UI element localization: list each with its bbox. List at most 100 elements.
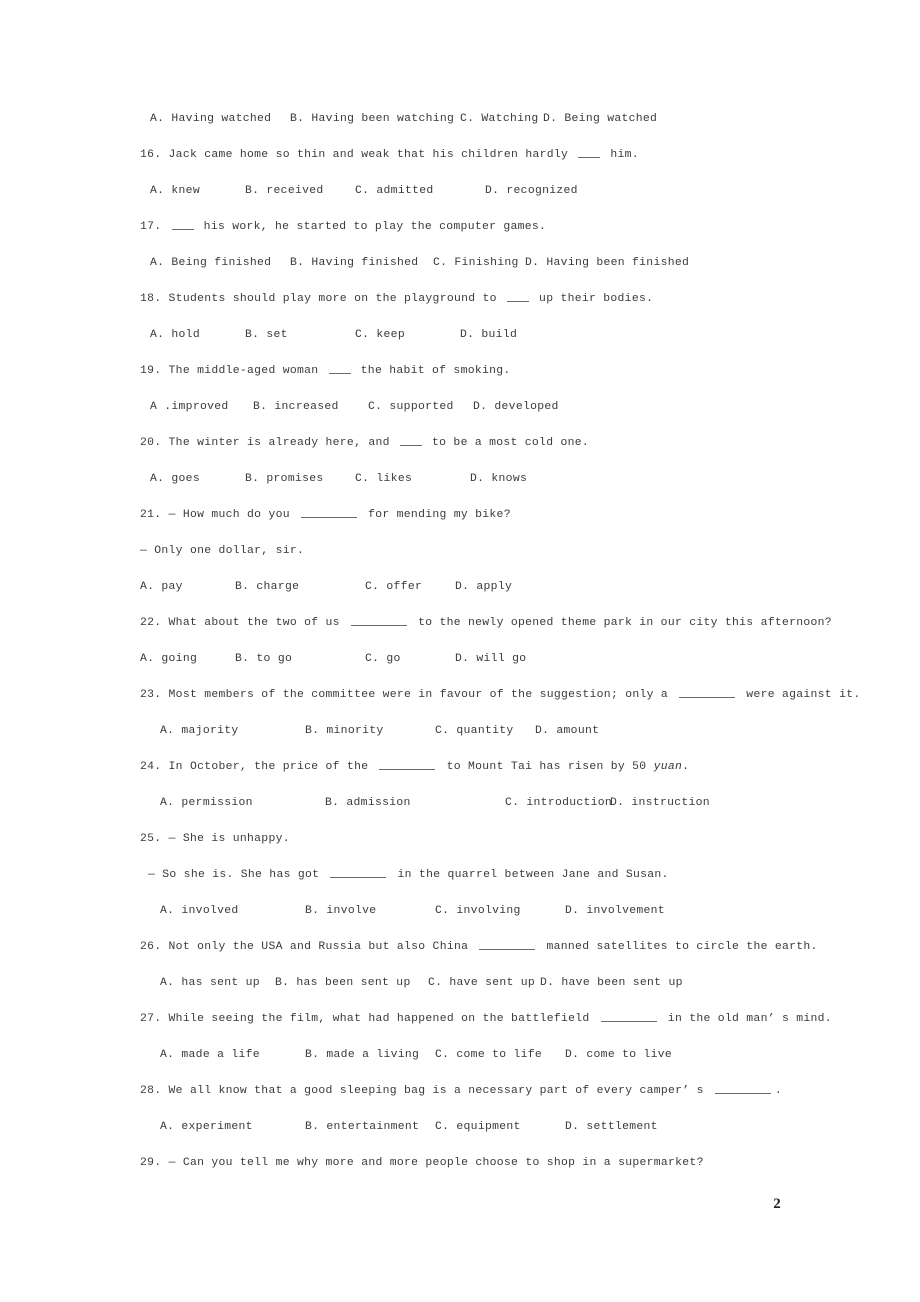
question-line: 20. The winter is already here, and to b… xyxy=(140,436,589,450)
answer-option: D. developed xyxy=(473,401,559,413)
question-line: 23. Most members of the committee were i… xyxy=(140,688,860,702)
question-line: 16. Jack came home so thin and weak that… xyxy=(140,148,639,162)
question-text: manned satellites to circle the earth. xyxy=(539,941,818,953)
option-row: A. goes B. promises C. likes D. knows xyxy=(150,472,810,486)
question-text: 27. While seeing the film, what had happ… xyxy=(140,1013,597,1025)
question-line: 26. Not only the USA and Russia but also… xyxy=(140,940,818,954)
question-text: 21. — How much do you xyxy=(140,509,297,521)
dialogue-reply-line: — So she is. She has got in the quarrel … xyxy=(148,868,669,882)
answer-option: D. have been sent up xyxy=(540,977,683,989)
option-row: A. has sent up B. has been sent up C. have… xyxy=(150,976,810,990)
answer-option: A. made a life xyxy=(160,1049,260,1061)
question-line: 24. In October, the price of the to Moun… xyxy=(140,760,689,774)
question-line: 19. The middle-aged woman the habit of s… xyxy=(140,364,511,378)
answer-option: B. received xyxy=(245,185,324,197)
question-text: 29. — Can you tell me why more and more … xyxy=(140,1157,704,1169)
answer-option: D. knows xyxy=(470,473,528,485)
answer-option: C. go xyxy=(365,653,401,665)
answer-option: C. Finishing xyxy=(433,257,519,269)
fill-in-blank xyxy=(479,940,536,950)
question-text: 18. Students should play more on the pla… xyxy=(140,293,504,305)
answer-option: D. involvement xyxy=(565,905,665,917)
answer-option: B. increased xyxy=(253,401,339,413)
answer-option: D. will go xyxy=(455,653,527,665)
answer-option: B. has been sent up xyxy=(275,977,411,989)
answer-option: D. apply xyxy=(455,581,513,593)
question-line: 27. While seeing the film, what had happ… xyxy=(140,1012,832,1026)
answer-option: A. Having watched xyxy=(150,113,272,125)
question-text: 19. The middle-aged woman xyxy=(140,365,326,377)
option-row: A. experiment B. entertainment C. equipmen… xyxy=(150,1120,810,1134)
question-text: to Mount Tai has risen by 50 xyxy=(439,761,654,773)
answer-option: C. quantity xyxy=(435,725,514,737)
answer-option: B. admission xyxy=(325,797,411,809)
answer-option: D. build xyxy=(460,329,518,341)
answer-option: C. admitted xyxy=(355,185,434,197)
answer-option: A. experiment xyxy=(160,1121,253,1133)
answer-option: C. come to life xyxy=(435,1049,543,1061)
answer-option: A. knew xyxy=(150,185,200,197)
answer-option: B. made a living xyxy=(305,1049,420,1061)
dialogue-reply-line: — Only one dollar, sir. xyxy=(140,544,304,558)
option-row: A. Being finished B. Having finished C. Fi… xyxy=(150,256,810,270)
answer-option: A. majority xyxy=(160,725,239,737)
question-text: him. xyxy=(603,149,639,161)
option-row: A. permission B. admission C. introduction… xyxy=(150,796,810,810)
question-text: his work, he started to play the compute… xyxy=(196,221,547,233)
answer-option: B. minority xyxy=(305,725,384,737)
answer-option: A. Being finished xyxy=(150,257,272,269)
question-text: in the old man’ s mind. xyxy=(660,1013,832,1025)
fill-in-blank xyxy=(578,148,601,158)
question-text: up their bodies. xyxy=(531,293,654,305)
fill-in-blank xyxy=(350,616,407,626)
page-number: 2 xyxy=(773,1196,781,1212)
option-row: A. hold B. set C. keep D. build xyxy=(150,328,810,342)
question-line: 22. What about the two of us to the newl… xyxy=(140,616,832,630)
answer-option: D. settlement xyxy=(565,1121,658,1133)
answer-option: A. goes xyxy=(150,473,200,485)
question-line: 25. — She is unhappy. xyxy=(140,832,290,846)
question-text: — Only one dollar, sir. xyxy=(140,545,305,557)
question-text: were against it. xyxy=(739,689,861,701)
option-row: A. pay B. charge C. offer D. apply xyxy=(140,580,800,594)
question-text: . xyxy=(774,1085,782,1097)
fill-in-blank xyxy=(506,292,529,302)
answer-option: A. going xyxy=(140,653,198,665)
question-text: 22. What about the two of us xyxy=(140,617,347,629)
question-text: 28. We all know that a good sleeping bag… xyxy=(140,1085,711,1097)
answer-option: C. likes xyxy=(355,473,413,485)
option-row: A. involved B. involve C. involving D. invo… xyxy=(150,904,810,918)
question-text: 20. The winter is already here, and xyxy=(140,437,397,449)
question-text: 17. xyxy=(140,221,169,233)
answer-option: B. Having been watching xyxy=(290,113,455,125)
answer-option: B. entertainment xyxy=(305,1121,420,1133)
answer-option: B. involve xyxy=(305,905,377,917)
answer-option: C. offer xyxy=(365,581,423,593)
answer-option: C. introduction xyxy=(505,797,613,809)
question-text: in the quarrel between Jane and Susan. xyxy=(390,869,669,881)
option-row: A. knew B. received C. admitted D. recogniz… xyxy=(150,184,810,198)
question-text: for mending my bike? xyxy=(360,509,511,521)
question-text: to the newly opened theme park in our ci… xyxy=(410,617,832,629)
question-text: 23. Most members of the committee were i… xyxy=(140,689,676,701)
fill-in-blank xyxy=(399,436,422,446)
answer-option: B. Having finished xyxy=(290,257,419,269)
question-line: 28. We all know that a good sleeping bag… xyxy=(140,1084,782,1098)
fill-in-blank xyxy=(328,364,351,374)
fill-in-blank xyxy=(171,220,194,230)
question-text: — So she is. She has got xyxy=(148,869,327,881)
question-text: . xyxy=(682,761,690,773)
fill-in-blank xyxy=(379,760,436,770)
answer-option: C. involving xyxy=(435,905,521,917)
answer-option: B. set xyxy=(245,329,288,341)
fill-in-blank xyxy=(300,508,357,518)
answer-option: A. has sent up xyxy=(160,977,260,989)
answer-option: D. instruction xyxy=(610,797,710,809)
question-line: 18. Students should play more on the pla… xyxy=(140,292,653,306)
document-page: A. Having watched B. Having been watching… xyxy=(0,0,920,1302)
fill-in-blank xyxy=(600,1012,657,1022)
option-row: A. Having watched B. Having been watching… xyxy=(150,112,810,126)
option-row: A. majority B. minority C. quantity D. amou… xyxy=(150,724,810,738)
question-text: to be a most cold one. xyxy=(424,437,590,449)
answer-option: B. charge xyxy=(235,581,300,593)
